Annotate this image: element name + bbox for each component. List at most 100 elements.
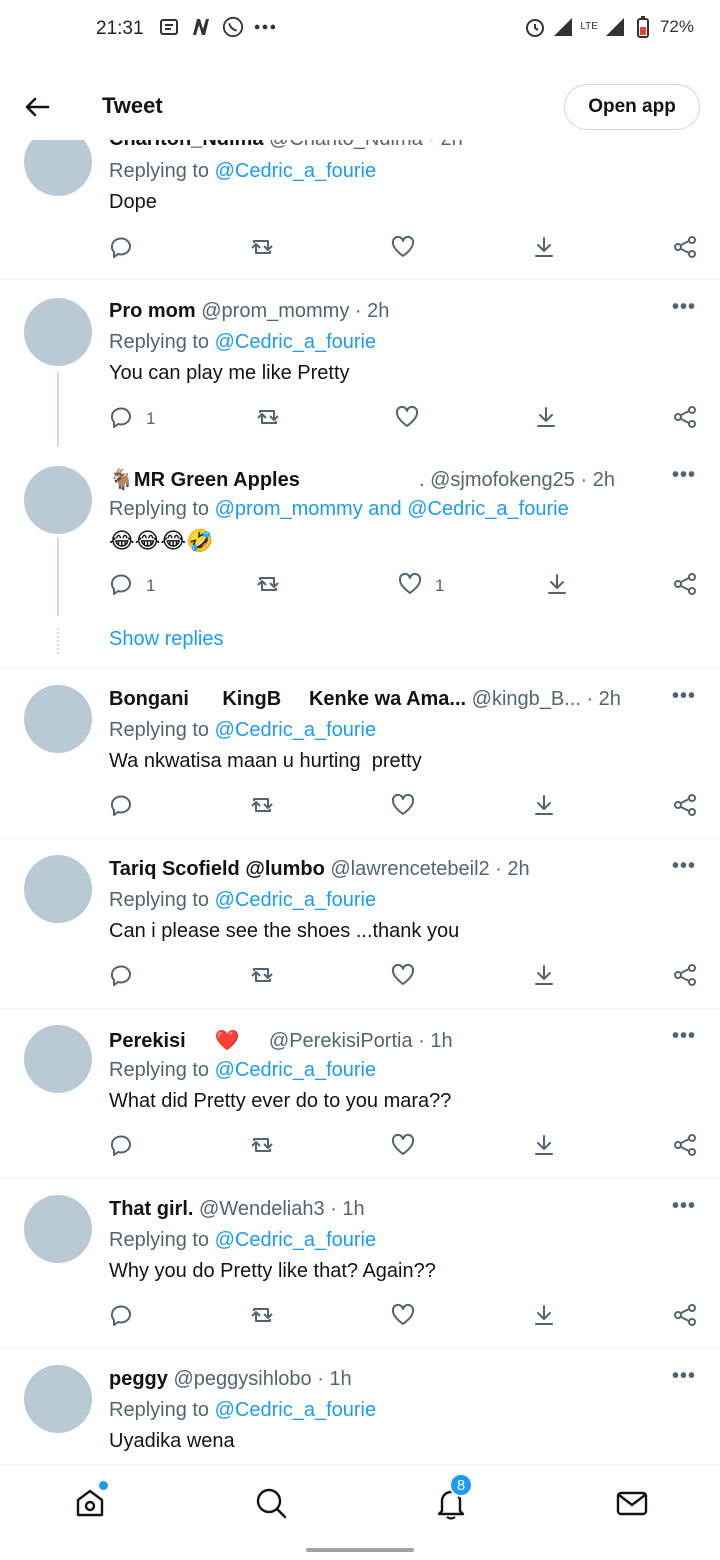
reply-action[interactable]: 1 — [108, 569, 155, 603]
like-icon — [390, 234, 416, 265]
tweet[interactable]: Charlton_Ndima @Charlto_Ndima · 2h Reply… — [0, 140, 720, 280]
tweet-actions — [108, 1300, 708, 1334]
more-options-icon[interactable]: ••• — [672, 1365, 696, 1388]
share-action[interactable] — [672, 960, 698, 994]
reply-count: 1 — [146, 576, 156, 595]
author-handle: @Wendeliah3 — [199, 1198, 325, 1220]
reply-action[interactable] — [108, 1130, 134, 1164]
bookmark-download-action[interactable] — [531, 790, 557, 824]
back-arrow-icon[interactable] — [20, 90, 54, 124]
bookmark-download-action[interactable] — [533, 402, 559, 436]
share-action[interactable] — [672, 1130, 698, 1164]
open-app-button[interactable]: Open app — [564, 84, 700, 130]
show-replies-link[interactable]: Show replies — [109, 628, 224, 651]
mention-link[interactable]: @Cedric_a_fourie — [215, 889, 377, 911]
more-options-icon[interactable]: ••• — [672, 855, 696, 878]
share-action[interactable] — [672, 790, 698, 824]
tweet[interactable]: peggy @peggysihlobo · 1h ••• Replying to… — [0, 1349, 720, 1464]
like-action[interactable] — [394, 402, 420, 436]
more-options-icon[interactable]: ••• — [672, 296, 696, 319]
bookmark-download-action[interactable] — [544, 569, 570, 603]
reply-action[interactable] — [108, 232, 134, 266]
bookmark-download-action[interactable] — [531, 960, 557, 994]
avatar[interactable] — [24, 855, 92, 923]
avatar[interactable] — [24, 1025, 92, 1093]
author-name[interactable]: Pro mom — [109, 300, 196, 322]
author-name[interactable]: That girl. — [109, 1198, 193, 1220]
messages-mail-icon[interactable] — [612, 1483, 652, 1523]
retweet-action[interactable] — [255, 402, 281, 436]
tweet[interactable]: That girl. @Wendeliah3 · 1h ••• Replying… — [0, 1179, 720, 1349]
avatar[interactable] — [24, 685, 92, 753]
tweet[interactable]: Bongani KingB Kenke wa Ama... @kingb_B..… — [0, 669, 720, 839]
bookmark-download-action[interactable] — [531, 232, 557, 266]
search-icon[interactable] — [251, 1483, 291, 1523]
author-name[interactable]: Tariq Scofield @lumbo — [109, 858, 325, 880]
replying-label: Replying to — [109, 1399, 210, 1421]
share-action[interactable] — [672, 569, 698, 603]
home-indicator[interactable] — [306, 1548, 414, 1552]
mention-link[interactable]: @Cedric_a_fourie — [215, 1399, 377, 1421]
retweet-action[interactable] — [249, 1300, 275, 1334]
retweet-action[interactable] — [255, 569, 281, 603]
bookmark-download-action[interactable] — [531, 1300, 557, 1334]
like-action[interactable]: 1 — [397, 569, 444, 603]
replying-to: Replying to @prom_mommy and @Cedric_a_fo… — [109, 498, 569, 521]
reply-action[interactable] — [108, 960, 134, 994]
mention-link[interactable]: @prom_mommy and @Cedric_a_fourie — [215, 498, 569, 520]
mention-link[interactable]: @Cedric_a_fourie — [215, 1229, 377, 1251]
home-icon[interactable] — [70, 1481, 110, 1523]
whatsapp-icon — [222, 16, 244, 38]
tweet-header: Charlton_Ndima @Charlto_Ndima · 2h — [109, 140, 463, 151]
bookmark-download-icon — [531, 234, 557, 265]
retweet-action[interactable] — [249, 232, 275, 266]
reply-action[interactable] — [108, 1300, 134, 1334]
mention-link[interactable]: @Cedric_a_fourie — [215, 331, 377, 353]
bookmark-download-action[interactable] — [531, 1130, 557, 1164]
replying-to: Replying to @Cedric_a_fourie — [109, 1399, 376, 1422]
more-options-icon[interactable]: ••• — [672, 1025, 696, 1048]
signal-icon — [552, 16, 574, 38]
share-action[interactable] — [672, 1300, 698, 1334]
more-options-icon[interactable]: ••• — [672, 464, 696, 487]
tweet[interactable]: Perekisi ❤️ @PerekisiPortia · 1h ••• Rep… — [0, 1009, 720, 1179]
reply-action[interactable] — [108, 790, 134, 824]
tweet-header: 🐐MR Green Apples . @sjmofokeng25 · 2h — [109, 467, 615, 492]
notifications-bell-icon[interactable]: 8 — [431, 1473, 473, 1523]
more-options-icon[interactable]: ••• — [672, 685, 696, 708]
like-action[interactable] — [390, 790, 416, 824]
like-action[interactable] — [390, 1130, 416, 1164]
author-name[interactable]: Bongani KingB Kenke wa Ama... — [109, 688, 466, 710]
avatar[interactable] — [24, 466, 92, 534]
retweet-action[interactable] — [249, 960, 275, 994]
bookmark-download-icon — [531, 1302, 557, 1333]
tweet[interactable]: Pro mom @prom_mommy · 2h ••• Replying to… — [0, 280, 720, 450]
reply-action[interactable]: 1 — [108, 402, 155, 436]
like-action[interactable] — [390, 1300, 416, 1334]
retweet-action[interactable] — [249, 1130, 275, 1164]
share-action[interactable] — [672, 232, 698, 266]
share-action[interactable] — [672, 402, 698, 436]
author-name[interactable]: Perekisi — [109, 1030, 186, 1052]
mention-link[interactable]: @Cedric_a_fourie — [215, 1059, 377, 1081]
like-action[interactable] — [390, 960, 416, 994]
mention-link[interactable]: @Cedric_a_fourie — [215, 160, 377, 182]
avatar[interactable] — [24, 1365, 92, 1433]
more-options-icon[interactable]: ••• — [672, 1195, 696, 1218]
like-action[interactable] — [390, 232, 416, 266]
avatar[interactable] — [24, 298, 92, 366]
avatar[interactable] — [24, 1195, 92, 1263]
tweet[interactable]: Tariq Scofield @lumbo @lawrencetebeil2 ·… — [0, 839, 720, 1009]
tweet[interactable]: 🐐MR Green Apples . @sjmofokeng25 · 2h ••… — [0, 450, 720, 668]
avatar[interactable] — [24, 140, 92, 196]
alarm-icon — [524, 16, 546, 38]
author-name[interactable]: peggy — [109, 1368, 168, 1390]
page-title: Tweet — [102, 93, 163, 118]
mention-link[interactable]: @Cedric_a_fourie — [215, 719, 377, 741]
author-name[interactable]: 🐐MR Green Apples — [109, 469, 300, 491]
reply-icon — [108, 571, 134, 602]
battery-percent: 72% — [659, 17, 694, 36]
retweet-action[interactable] — [249, 790, 275, 824]
tweet-header: Pro mom @prom_mommy · 2h — [109, 300, 389, 323]
author-name[interactable]: Charlton_Ndima — [109, 140, 263, 150]
